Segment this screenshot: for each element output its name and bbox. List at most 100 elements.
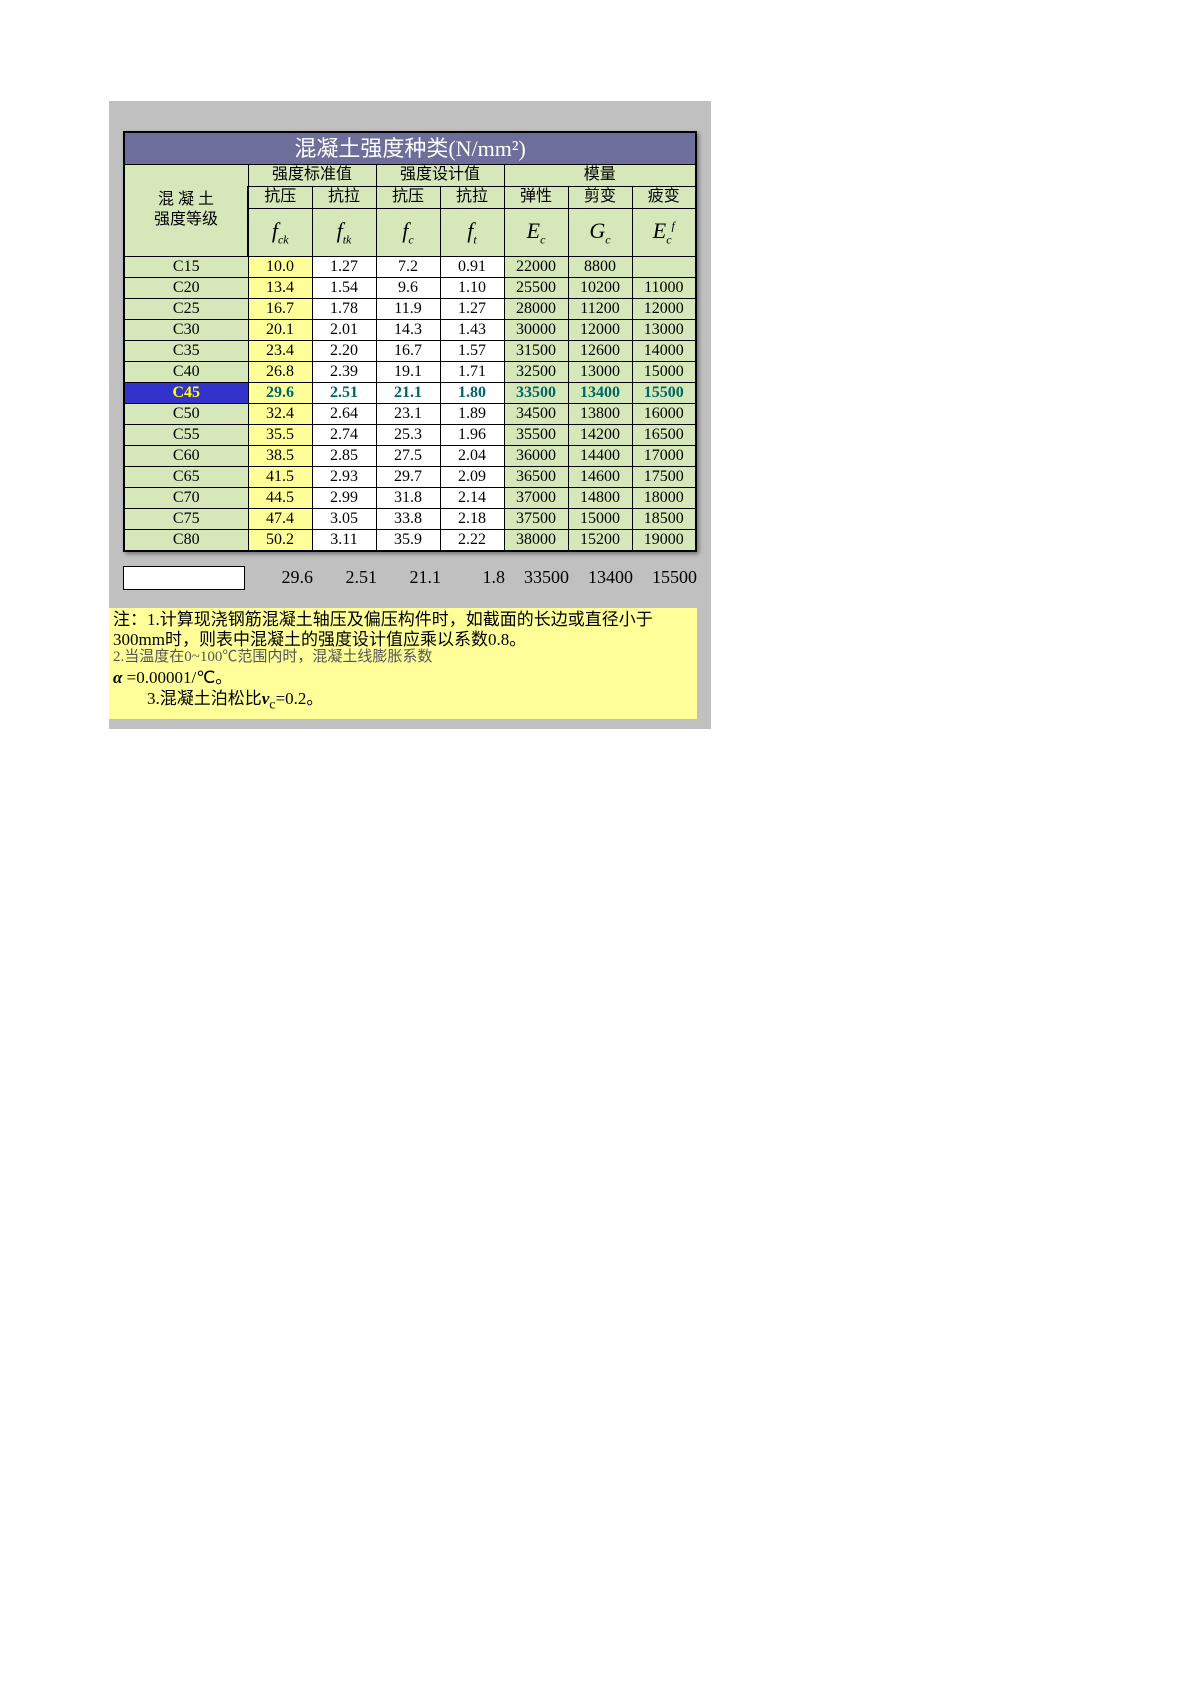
cell-ft: 1.89 bbox=[440, 403, 504, 424]
col-elastic: 弹性 bbox=[504, 186, 568, 208]
cell-grade: C50 bbox=[124, 403, 248, 424]
cell-fck: 20.1 bbox=[248, 319, 312, 340]
col-fatigue: 疲变 bbox=[632, 186, 696, 208]
row-header-grade: 混 凝 土 强度等级 bbox=[124, 164, 248, 256]
cell-Gc: 15000 bbox=[568, 508, 632, 529]
cell-fck: 50.2 bbox=[248, 529, 312, 551]
col-tension-std: 抗拉 bbox=[312, 186, 376, 208]
notes-block: 注：1.计算现浇钢筋混凝土轴压及偏压构件时，如截面的长边或直径小于300mm时，… bbox=[109, 608, 697, 720]
cell-fck: 47.4 bbox=[248, 508, 312, 529]
selected-output-row: 29.6 2.51 21.1 1.8 33500 13400 15500 bbox=[123, 566, 697, 590]
table-row: C6541.52.9329.72.09365001460017500 bbox=[124, 466, 696, 487]
table-row: C5032.42.6423.11.89345001380016000 bbox=[124, 403, 696, 424]
cell-grade: C75 bbox=[124, 508, 248, 529]
cell-Ecf: 13000 bbox=[632, 319, 696, 340]
cell-ftk: 2.01 bbox=[312, 319, 376, 340]
note-2-garbled: 2.当温度在0~100℃范围内时，混凝土线膨胀系数 bbox=[113, 648, 693, 666]
cell-fc: 35.9 bbox=[376, 529, 440, 551]
cell-Ec: 31500 bbox=[504, 340, 568, 361]
cell-Ec: 28000 bbox=[504, 298, 568, 319]
note-alpha: α =0.00001/℃。 bbox=[113, 668, 693, 688]
cell-ft: 2.18 bbox=[440, 508, 504, 529]
cell-ftk: 2.85 bbox=[312, 445, 376, 466]
out-ftk: 2.51 bbox=[313, 567, 377, 588]
cell-fc: 23.1 bbox=[376, 403, 440, 424]
cell-ft: 1.57 bbox=[440, 340, 504, 361]
col-compress-des: 抗压 bbox=[376, 186, 440, 208]
cell-ftk: 2.99 bbox=[312, 487, 376, 508]
cell-ft: 2.22 bbox=[440, 529, 504, 551]
cell-fck: 35.5 bbox=[248, 424, 312, 445]
cell-Gc: 14800 bbox=[568, 487, 632, 508]
cell-ftk: 1.27 bbox=[312, 256, 376, 277]
col-group-modulus: 模量 bbox=[504, 164, 696, 186]
cell-Ecf: 18000 bbox=[632, 487, 696, 508]
cell-grade: C80 bbox=[124, 529, 248, 551]
table-row: C7044.52.9931.82.14370001480018000 bbox=[124, 487, 696, 508]
cell-ft: 2.04 bbox=[440, 445, 504, 466]
cell-Ecf: 12000 bbox=[632, 298, 696, 319]
cell-ftk: 2.93 bbox=[312, 466, 376, 487]
cell-Ecf: 14000 bbox=[632, 340, 696, 361]
out-fck: 29.6 bbox=[249, 567, 313, 588]
cell-Ec: 25500 bbox=[504, 277, 568, 298]
col-shear: 剪变 bbox=[568, 186, 632, 208]
cell-Ec: 32500 bbox=[504, 361, 568, 382]
out-ft: 1.8 bbox=[441, 567, 505, 588]
cell-Gc: 13400 bbox=[568, 382, 632, 403]
cell-fck: 13.4 bbox=[248, 277, 312, 298]
cell-grade: C25 bbox=[124, 298, 248, 319]
cell-ftk: 2.51 bbox=[312, 382, 376, 403]
cell-Ecf: 16500 bbox=[632, 424, 696, 445]
symbol-Ec: Ec bbox=[504, 208, 568, 256]
out-Ecf: 15500 bbox=[633, 567, 697, 588]
cell-ft: 1.27 bbox=[440, 298, 504, 319]
note-1: 注：1.计算现浇钢筋混凝土轴压及偏压构件时，如截面的长边或直径小于300mm时，… bbox=[113, 610, 693, 651]
cell-Ecf: 17500 bbox=[632, 466, 696, 487]
col-tension-des: 抗拉 bbox=[440, 186, 504, 208]
cell-Ec: 37000 bbox=[504, 487, 568, 508]
cell-grade: C60 bbox=[124, 445, 248, 466]
cell-ft: 2.14 bbox=[440, 487, 504, 508]
cell-fck: 32.4 bbox=[248, 403, 312, 424]
cell-Ec: 35500 bbox=[504, 424, 568, 445]
table-row: C8050.23.1135.92.22380001520019000 bbox=[124, 529, 696, 551]
cell-Gc: 14600 bbox=[568, 466, 632, 487]
cell-ftk: 3.11 bbox=[312, 529, 376, 551]
cell-Gc: 11200 bbox=[568, 298, 632, 319]
table-row: C3523.42.2016.71.57315001260014000 bbox=[124, 340, 696, 361]
cell-fc: 27.5 bbox=[376, 445, 440, 466]
content-panel: 混凝土强度种类(N/mm²) 混 凝 土 强度等级 强度标准值 强度设计值 模量… bbox=[109, 101, 711, 729]
cell-ftk: 2.20 bbox=[312, 340, 376, 361]
cell-grade: C65 bbox=[124, 466, 248, 487]
cell-Gc: 13000 bbox=[568, 361, 632, 382]
cell-Ecf bbox=[632, 256, 696, 277]
cell-ft: 1.96 bbox=[440, 424, 504, 445]
cell-grade: C35 bbox=[124, 340, 248, 361]
table-row: C6038.52.8527.52.04360001440017000 bbox=[124, 445, 696, 466]
cell-Ec: 36000 bbox=[504, 445, 568, 466]
cell-fc: 19.1 bbox=[376, 361, 440, 382]
cell-fc: 11.9 bbox=[376, 298, 440, 319]
cell-Ecf: 15000 bbox=[632, 361, 696, 382]
cell-Ec: 36500 bbox=[504, 466, 568, 487]
symbol-fck: fck bbox=[248, 208, 312, 256]
table-row: C4026.82.3919.11.71325001300015000 bbox=[124, 361, 696, 382]
concrete-strength-table: 混凝土强度种类(N/mm²) 混 凝 土 强度等级 强度标准值 强度设计值 模量… bbox=[123, 131, 697, 552]
cell-ftk: 2.64 bbox=[312, 403, 376, 424]
cell-Gc: 15200 bbox=[568, 529, 632, 551]
cell-Ec: 34500 bbox=[504, 403, 568, 424]
cell-Gc: 12600 bbox=[568, 340, 632, 361]
cell-grade: C40 bbox=[124, 361, 248, 382]
table-title: 混凝土强度种类(N/mm²) bbox=[124, 132, 696, 164]
cell-fc: 29.7 bbox=[376, 466, 440, 487]
selected-grade-input[interactable] bbox=[123, 566, 245, 590]
cell-ftk: 1.54 bbox=[312, 277, 376, 298]
cell-Gc: 13800 bbox=[568, 403, 632, 424]
cell-grade: C30 bbox=[124, 319, 248, 340]
cell-Gc: 12000 bbox=[568, 319, 632, 340]
col-compress-std: 抗压 bbox=[248, 186, 312, 208]
table-row: C4529.62.5121.11.80335001340015500 bbox=[124, 382, 696, 403]
cell-grade: C70 bbox=[124, 487, 248, 508]
cell-ftk: 1.78 bbox=[312, 298, 376, 319]
